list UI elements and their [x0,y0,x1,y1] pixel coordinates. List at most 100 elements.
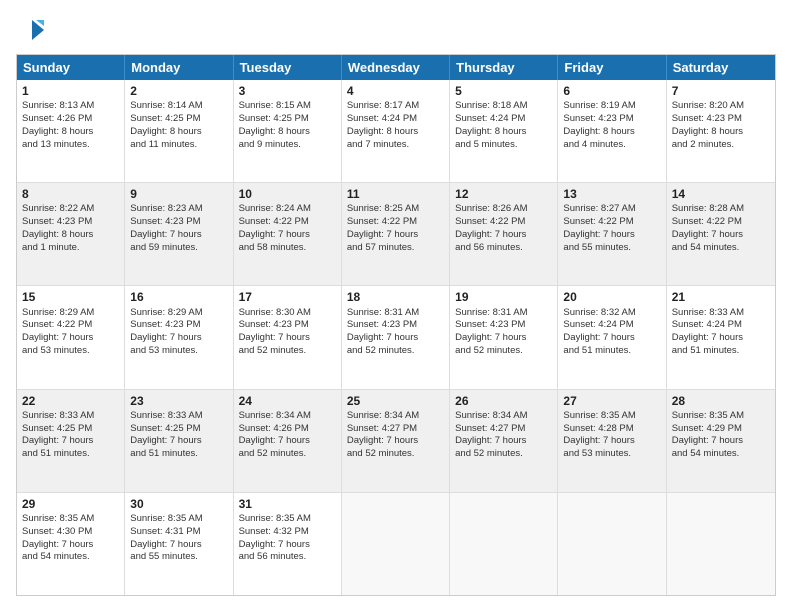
day-info-line: Sunrise: 8:34 AM [239,410,336,423]
day-cell-3: 3Sunrise: 8:15 AMSunset: 4:25 PMDaylight… [234,80,342,182]
day-info-line: and 51 minutes. [563,345,660,358]
day-info-line: Daylight: 7 hours [455,229,552,242]
day-cell-16: 16 Sunrise: 8:29 AMSunset: 4:23 PMDayligh… [125,286,233,388]
day-info-line: and 51 minutes. [130,448,227,461]
day-number: 2 [130,83,227,99]
day-of-week-monday: Monday [125,55,233,80]
day-number: 19 [455,289,552,305]
empty-cell-4-3 [342,493,450,595]
day-info-line: Sunset: 4:24 PM [455,113,552,126]
day-info-line: Sunset: 4:28 PM [563,423,660,436]
day-info-line: Sunrise: 8:31 AM [455,307,552,320]
day-info-line: Sunset: 4:23 PM [563,113,660,126]
day-info-line: Sunrise: 8:35 AM [239,513,336,526]
day-info-line: and 52 minutes. [239,345,336,358]
day-info-line: and 52 minutes. [455,448,552,461]
day-info-line: Sunrise: 8:35 AM [22,513,119,526]
day-number: 27 [563,393,660,409]
day-info-line: Sunrise: 8:31 AM [347,307,444,320]
day-info-line: Daylight: 8 hours [130,126,227,139]
day-number: 6 [563,83,660,99]
day-info-line: Sunrise: 8:35 AM [672,410,770,423]
day-info-line: Sunset: 4:30 PM [22,526,119,539]
day-number: 28 [672,393,770,409]
day-info-line: Daylight: 7 hours [455,435,552,448]
day-info-line: Sunrise: 8:18 AM [455,100,552,113]
day-info-line: Sunset: 4:24 PM [672,319,770,332]
day-number: 23 [130,393,227,409]
calendar-header: SundayMondayTuesdayWednesdayThursdayFrid… [17,55,775,80]
day-info-line: Daylight: 8 hours [22,126,119,139]
day-number: 11 [347,186,444,202]
day-of-week-friday: Friday [558,55,666,80]
day-cell-11: 11Sunrise: 8:25 AMSunset: 4:22 PMDayligh… [342,183,450,285]
day-info-line: Daylight: 8 hours [455,126,552,139]
day-info-line: and 54 minutes. [672,242,770,255]
day-info-line: Daylight: 7 hours [130,539,227,552]
day-info-line: Sunset: 4:23 PM [455,319,552,332]
day-info-line: Sunset: 4:23 PM [130,319,227,332]
day-info-line: Sunrise: 8:25 AM [347,203,444,216]
day-info-line: and 9 minutes. [239,139,336,152]
day-info-line: Sunrise: 8:27 AM [563,203,660,216]
day-info-line: Sunrise: 8:26 AM [455,203,552,216]
day-info-line: Sunset: 4:25 PM [22,423,119,436]
day-info-line: Sunset: 4:22 PM [563,216,660,229]
day-cell-23: 23Sunrise: 8:33 AMSunset: 4:25 PMDayligh… [125,390,233,492]
day-cell-29: 29Sunrise: 8:35 AMSunset: 4:30 PMDayligh… [17,493,125,595]
day-info-line: and 52 minutes. [347,448,444,461]
day-info-line: Daylight: 8 hours [22,229,119,242]
day-number: 5 [455,83,552,99]
day-number: 14 [672,186,770,202]
day-info-line: Daylight: 7 hours [22,435,119,448]
day-info-line: Sunrise: 8:13 AM [22,100,119,113]
day-info-line: and 57 minutes. [347,242,444,255]
day-number: 1 [22,83,119,99]
day-info-line: Daylight: 7 hours [672,435,770,448]
day-info-line: Sunset: 4:25 PM [239,113,336,126]
day-info-line: Sunset: 4:31 PM [130,526,227,539]
day-info-line: Sunrise: 8:17 AM [347,100,444,113]
day-info-line: and 54 minutes. [22,551,119,564]
day-cell-10: 10Sunrise: 8:24 AMSunset: 4:22 PMDayligh… [234,183,342,285]
day-info-line: Sunset: 4:24 PM [563,319,660,332]
day-cell-17: 17Sunrise: 8:30 AMSunset: 4:23 PMDayligh… [234,286,342,388]
day-info-line: Daylight: 7 hours [672,229,770,242]
day-of-week-wednesday: Wednesday [342,55,450,80]
day-info-line: Daylight: 7 hours [130,332,227,345]
day-number: 30 [130,496,227,512]
day-info-line: Sunset: 4:26 PM [239,423,336,436]
empty-cell-4-6 [667,493,775,595]
day-cell-19: 19Sunrise: 8:31 AMSunset: 4:23 PMDayligh… [450,286,558,388]
day-number: 16 [130,289,227,305]
day-info-line: and 56 minutes. [455,242,552,255]
day-info-line: Sunset: 4:26 PM [22,113,119,126]
day-info-line: and 55 minutes. [130,551,227,564]
day-number: 18 [347,289,444,305]
empty-cell-4-5 [558,493,666,595]
day-info-line: Sunrise: 8:22 AM [22,203,119,216]
day-number: 8 [22,186,119,202]
day-info-line: Sunset: 4:23 PM [239,319,336,332]
day-info-line: Sunrise: 8:29 AM [130,307,227,320]
day-cell-27: 27Sunrise: 8:35 AMSunset: 4:28 PMDayligh… [558,390,666,492]
day-cell-12: 12Sunrise: 8:26 AMSunset: 4:22 PMDayligh… [450,183,558,285]
day-info-line: Daylight: 7 hours [563,229,660,242]
day-info-line: Sunrise: 8:35 AM [130,513,227,526]
day-info-line: Sunset: 4:22 PM [347,216,444,229]
day-info-line: and 13 minutes. [22,139,119,152]
day-cell-14: 14Sunrise: 8:28 AMSunset: 4:22 PMDayligh… [667,183,775,285]
day-cell-26: 26Sunrise: 8:34 AMSunset: 4:27 PMDayligh… [450,390,558,492]
day-info-line: Sunrise: 8:33 AM [130,410,227,423]
day-number: 31 [239,496,336,512]
day-number: 7 [672,83,770,99]
day-cell-31: 31Sunrise: 8:35 AMSunset: 4:32 PMDayligh… [234,493,342,595]
day-info-line: Sunrise: 8:29 AM [22,307,119,320]
day-info-line: Sunrise: 8:34 AM [455,410,552,423]
day-number: 3 [239,83,336,99]
page: SundayMondayTuesdayWednesdayThursdayFrid… [0,0,792,612]
day-info-line: Sunrise: 8:14 AM [130,100,227,113]
day-info-line: Sunrise: 8:33 AM [22,410,119,423]
logo-icon [16,16,44,44]
day-number: 22 [22,393,119,409]
